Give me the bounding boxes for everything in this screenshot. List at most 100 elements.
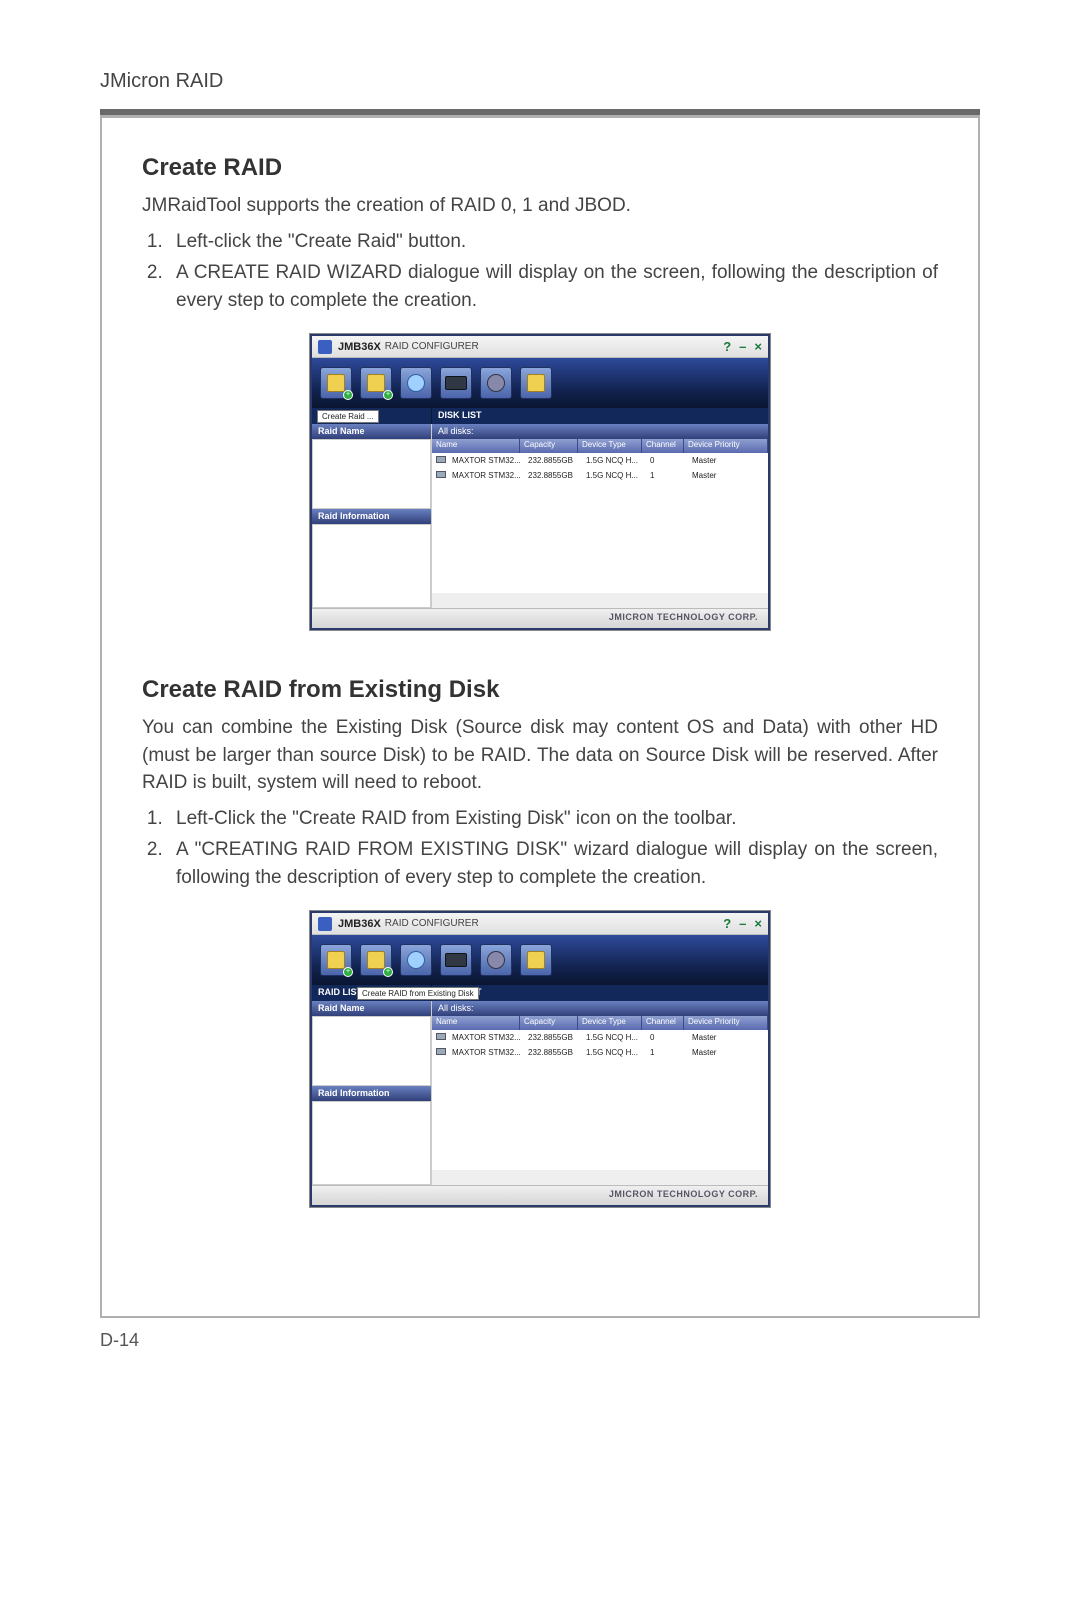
raid-configurer-window: JMB36X RAID CONFIGURER ? – × + Create Ra… [310,334,770,630]
all-disks-header: All disks: [432,1001,768,1016]
toolbar: + Create Raid ... + [312,358,768,408]
raid-info-header: Raid Information [312,1086,431,1101]
cell-capacity: 232.8855GB [524,456,582,465]
cell-priority: Master [688,1048,768,1057]
toolbar-button[interactable] [480,367,512,399]
all-disks-header: All disks: [432,424,768,439]
cell-channel: 1 [646,471,688,480]
col-device-type[interactable]: Device Type [578,1016,642,1030]
table-row[interactable]: MAXTOR STM32... 232.8855GB 1.5G NCQ H...… [432,1030,768,1045]
section-title-create-raid-existing: Create RAID from Existing Disk [142,676,938,704]
cell-type: 1.5G NCQ H... [582,471,646,480]
window-title: JMB36X [338,918,381,930]
titlebar: JMB36X RAID CONFIGURER ? – × [312,336,768,358]
cell-priority: Master [688,471,768,480]
toolbar-button[interactable] [400,367,432,399]
toolbar-button[interactable] [480,944,512,976]
intro-text: You can combine the Existing Disk (Sourc… [142,714,938,797]
app-icon [318,917,332,931]
cell-priority: Master [688,1033,768,1042]
window-subtitle: RAID CONFIGURER [385,341,479,352]
close-button[interactable]: × [754,916,762,931]
page-footer: D-14 [100,1330,980,1351]
disk-icon [436,471,446,478]
col-capacity[interactable]: Capacity [520,1016,578,1030]
cell-capacity: 232.8855GB [524,1048,582,1057]
disk-table-body[interactable]: MAXTOR STM32... 232.8855GB 1.5G NCQ H...… [432,453,768,593]
tooltip: Create Raid ... [317,410,379,423]
toolbar: + + Create RAID from Existing Disk [312,935,768,985]
content-frame: Create RAID JMRaidTool supports the crea… [100,118,980,1318]
disk-icon [436,1048,446,1055]
minimize-button[interactable]: – [739,916,746,931]
step-item: Left-click the "Create Raid" button. [168,228,938,256]
col-priority[interactable]: Device Priority [684,439,768,453]
toolbar-button[interactable] [440,944,472,976]
step-item: Left-Click the "Create RAID from Existin… [168,805,938,833]
toolbar-button[interactable] [440,367,472,399]
cell-name: MAXTOR STM32... [448,1033,524,1042]
raid-info-panel [312,1101,431,1185]
raid-configurer-window: JMB36X RAID CONFIGURER ? – × + + Create … [310,911,770,1207]
create-raid-from-existing-button[interactable]: + [360,367,392,399]
disk-table-body[interactable]: MAXTOR STM32... 232.8855GB 1.5G NCQ H...… [432,1030,768,1170]
cell-channel: 1 [646,1048,688,1057]
disk-icon [436,456,446,463]
help-button[interactable]: ? [723,339,731,354]
cell-name: MAXTOR STM32... [448,1048,524,1057]
cell-name: MAXTOR STM32... [448,471,524,480]
page-header: JMicron RAID [100,70,980,93]
raid-name-list[interactable] [312,439,431,509]
col-priority[interactable]: Device Priority [684,1016,768,1030]
disk-icon [436,1033,446,1040]
status-bar: JMICRON TECHNOLOGY CORP. [312,608,768,628]
raid-name-header: Raid Name [312,1001,431,1016]
cell-name: MAXTOR STM32... [448,456,524,465]
cell-channel: 0 [646,1033,688,1042]
cell-type: 1.5G NCQ H... [582,1048,646,1057]
cell-channel: 0 [646,456,688,465]
create-raid-button[interactable]: + [320,944,352,976]
status-bar: JMICRON TECHNOLOGY CORP. [312,1185,768,1205]
steps-list: Left-click the "Create Raid" button. A C… [142,228,938,315]
minimize-button[interactable]: – [739,339,746,354]
raid-info-panel [312,524,431,608]
window-title: JMB36X [338,341,381,353]
cell-capacity: 232.8855GB [524,1033,582,1042]
disk-columns: Name Capacity Device Type Channel Device… [432,439,768,453]
raid-name-list[interactable] [312,1016,431,1086]
disk-list-header: DISK LIST [432,985,768,1001]
table-row[interactable]: MAXTOR STM32... 232.8855GB 1.5G NCQ H...… [432,453,768,468]
cell-priority: Master [688,456,768,465]
tooltip: Create RAID from Existing Disk [357,987,479,1000]
step-item: A "CREATING RAID FROM EXISTING DISK" wiz… [168,836,938,891]
toolbar-button[interactable] [400,944,432,976]
app-icon [318,340,332,354]
create-raid-button[interactable]: + Create Raid ... [320,367,352,399]
steps-list: Left-Click the "Create RAID from Existin… [142,805,938,892]
intro-text: JMRaidTool supports the creation of RAID… [142,192,938,220]
toolbar-button[interactable] [520,367,552,399]
col-name[interactable]: Name [432,439,520,453]
raid-info-header: Raid Information [312,509,431,524]
col-channel[interactable]: Channel [642,1016,684,1030]
close-button[interactable]: × [754,339,762,354]
col-device-type[interactable]: Device Type [578,439,642,453]
table-row[interactable]: MAXTOR STM32... 232.8855GB 1.5G NCQ H...… [432,1045,768,1060]
cell-capacity: 232.8855GB [524,471,582,480]
table-row[interactable]: MAXTOR STM32... 232.8855GB 1.5G NCQ H...… [432,468,768,483]
col-capacity[interactable]: Capacity [520,439,578,453]
raid-name-header: Raid Name [312,424,431,439]
cell-type: 1.5G NCQ H... [582,1033,646,1042]
disk-columns: Name Capacity Device Type Channel Device… [432,1016,768,1030]
disk-list-header: DISK LIST [432,408,768,424]
toolbar-button[interactable] [520,944,552,976]
window-subtitle: RAID CONFIGURER [385,918,479,929]
section-title-create-raid: Create RAID [142,154,938,182]
cell-type: 1.5G NCQ H... [582,456,646,465]
titlebar: JMB36X RAID CONFIGURER ? – × [312,913,768,935]
create-raid-from-existing-button[interactable]: + Create RAID from Existing Disk [360,944,392,976]
col-name[interactable]: Name [432,1016,520,1030]
col-channel[interactable]: Channel [642,439,684,453]
help-button[interactable]: ? [723,916,731,931]
